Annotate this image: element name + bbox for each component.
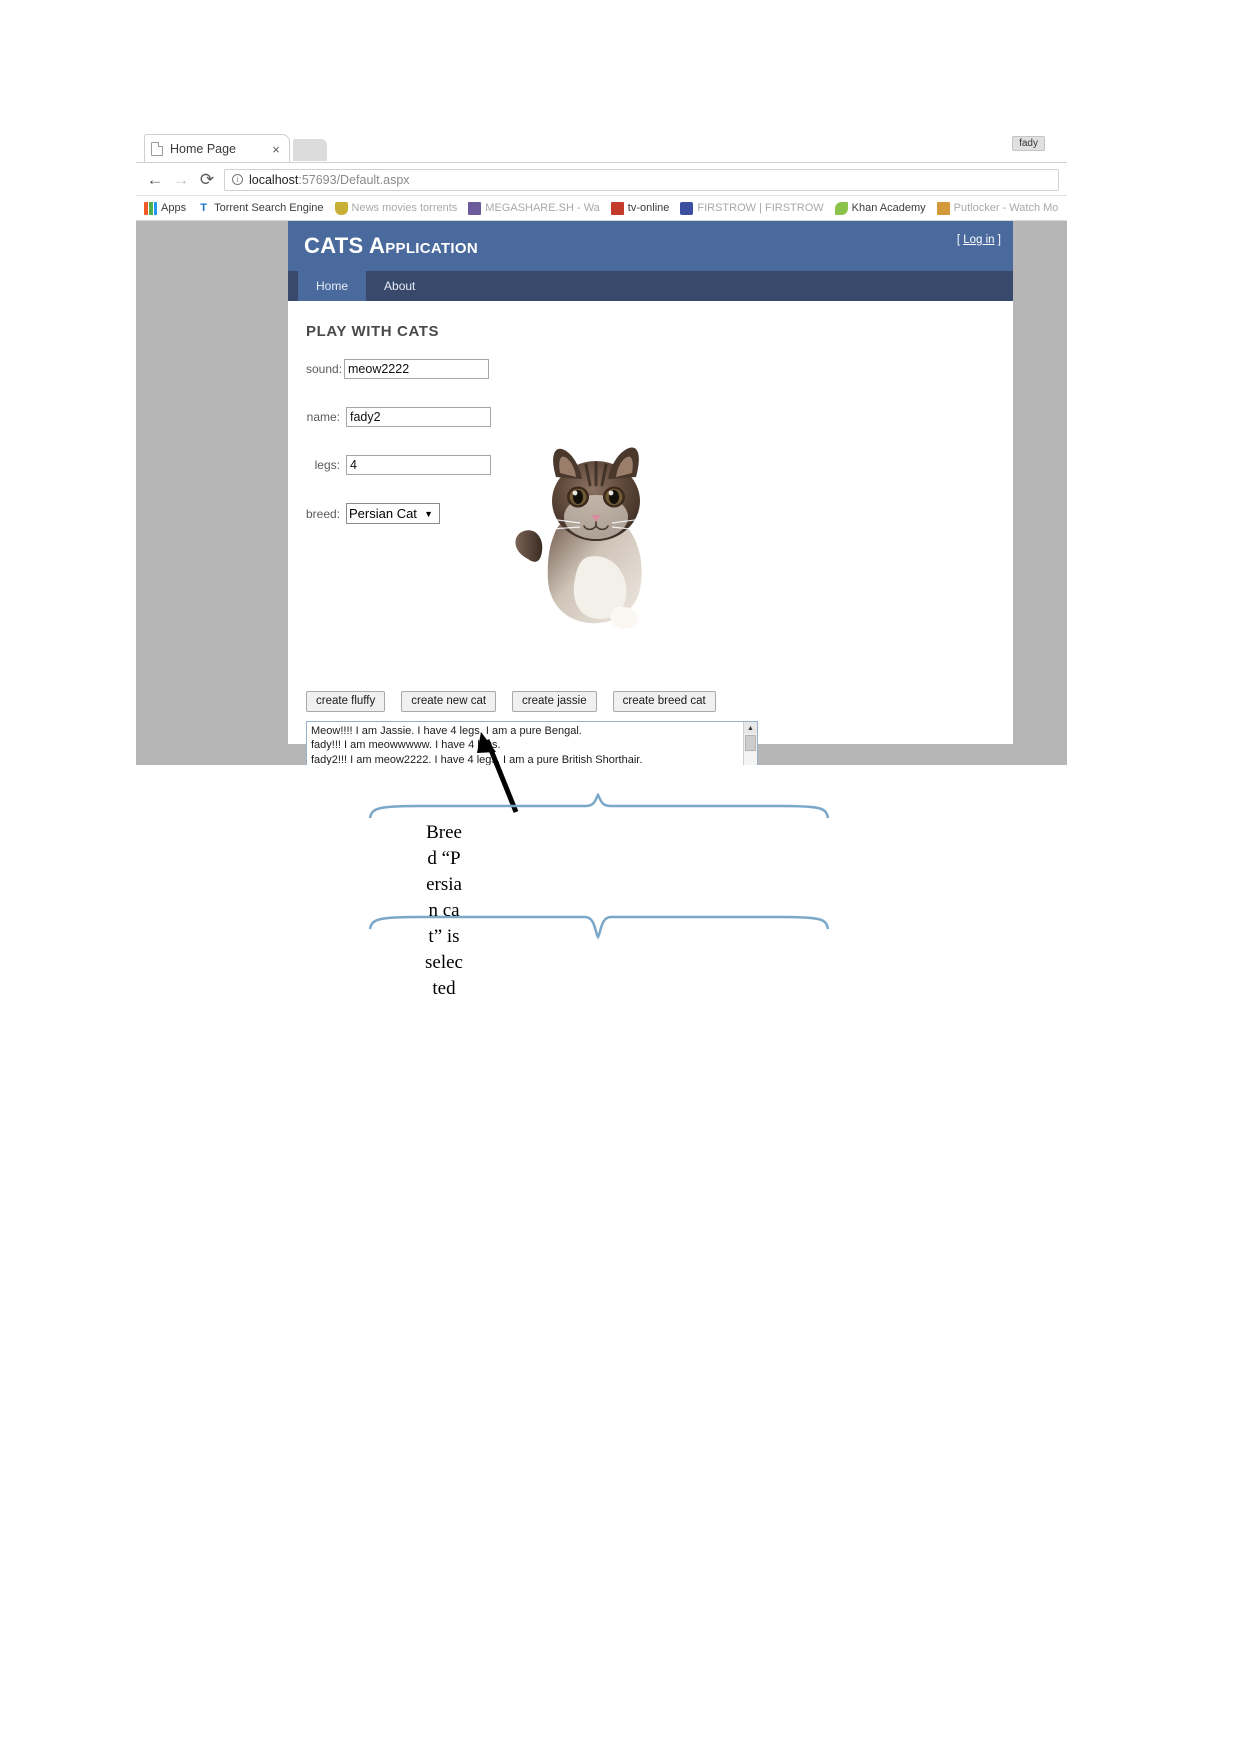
create-breed-cat-button[interactable]: create breed cat bbox=[612, 691, 716, 712]
address-bar[interactable]: i localhost :57693/Default.aspx bbox=[224, 168, 1059, 191]
legs-input[interactable] bbox=[346, 455, 491, 475]
nav-item-home[interactable]: Home bbox=[298, 271, 367, 301]
khan-icon bbox=[834, 201, 848, 215]
create-new-cat-button[interactable]: create new cat bbox=[401, 691, 497, 712]
login-link[interactable]: Log in bbox=[963, 234, 994, 246]
app-body: PLAY WITH CATS sound: name: legs: bbox=[288, 301, 1013, 765]
bookmark-label: tv-online bbox=[627, 202, 670, 214]
login-area: [ Log in ] bbox=[957, 234, 1001, 246]
apps-grid-icon bbox=[144, 201, 157, 215]
profile-badge[interactable]: fady bbox=[1012, 136, 1045, 151]
bookmark-khan-academy[interactable]: Khan Academy bbox=[834, 201, 926, 215]
app-navigation: Home About bbox=[288, 271, 1013, 301]
create-fluffy-button[interactable]: create fluffy bbox=[306, 691, 386, 712]
tv-icon bbox=[610, 201, 624, 215]
breed-select-wrapper[interactable]: Persian Cat ▼ bbox=[346, 503, 440, 524]
breed-select[interactable]: Persian Cat bbox=[346, 503, 440, 524]
nav-item-about[interactable]: About bbox=[366, 271, 433, 301]
reload-button[interactable]: ⟳ bbox=[194, 167, 220, 193]
bookmark-tv-online[interactable]: tv-online bbox=[610, 201, 670, 215]
bookmark-label: Khan Academy bbox=[851, 202, 926, 214]
scroll-up-icon[interactable]: ▲ bbox=[743, 722, 757, 734]
scrollbar-thumb[interactable] bbox=[745, 735, 756, 751]
field-row-name: name: bbox=[306, 407, 491, 427]
cat-form: sound: name: legs: breed: bbox=[306, 359, 491, 552]
name-label: name: bbox=[306, 410, 340, 424]
legs-label: legs: bbox=[314, 458, 340, 472]
browser-tab-home-page[interactable]: Home Page × bbox=[144, 134, 290, 163]
page-icon bbox=[151, 142, 163, 156]
close-icon[interactable]: × bbox=[269, 142, 283, 157]
bookmark-label: MEGASHARE.SH - Wa bbox=[485, 202, 600, 214]
breed-label: breed: bbox=[306, 506, 341, 521]
action-buttons: create fluffy create new cat create jass… bbox=[306, 691, 716, 712]
app-header: CATS Application [ Log in ] bbox=[288, 221, 1013, 271]
bookmark-label: FIRSTROW | FIRSTROW bbox=[697, 202, 824, 214]
output-log[interactable]: Meow!!!! I am Jassie. I have 4 legs. I a… bbox=[306, 721, 758, 765]
bookmark-label: Putlocker - Watch Mo bbox=[953, 202, 1059, 214]
back-button[interactable]: ← bbox=[142, 167, 168, 193]
tz-icon: T bbox=[197, 201, 211, 215]
scrollbar-track[interactable] bbox=[743, 752, 757, 765]
sound-label: sound: bbox=[306, 362, 343, 376]
annotation-brace-top bbox=[368, 792, 830, 819]
page-viewport: CATS Application [ Log in ] Home About P… bbox=[136, 221, 1067, 765]
bookmark-news-movies-torrents[interactable]: News movies torrents bbox=[334, 201, 458, 215]
field-row-legs: legs: bbox=[306, 455, 491, 475]
url-path: :57693/Default.aspx bbox=[298, 172, 410, 187]
cats-application: CATS Application [ Log in ] Home About P… bbox=[288, 221, 1013, 765]
bookmarks-bar: Apps T Torrent Search Engine News movies… bbox=[136, 196, 1067, 221]
browser-toolbar: ← → ⟳ i localhost :57693/Default.aspx bbox=[136, 163, 1067, 196]
bookmark-label: News movies torrents bbox=[351, 202, 458, 214]
log-text: Meow!!!! I am Jassie. I have 4 legs. I a… bbox=[307, 722, 743, 765]
field-row-sound: sound: bbox=[306, 359, 491, 379]
bookmark-apps[interactable]: Apps bbox=[144, 201, 187, 215]
bookmark-torrent-search-engine[interactable]: T Torrent Search Engine bbox=[197, 201, 324, 215]
bookmark-firstrow[interactable]: FIRSTROW | FIRSTROW bbox=[680, 201, 824, 215]
tab-title: Home Page bbox=[170, 142, 237, 156]
firstrow-icon bbox=[680, 201, 694, 215]
name-input[interactable] bbox=[346, 407, 491, 427]
annotation-text: Breed “Persian cat” is selected bbox=[425, 822, 463, 999]
info-icon[interactable]: i bbox=[232, 174, 243, 185]
shield-icon bbox=[334, 201, 348, 215]
sound-input[interactable] bbox=[344, 359, 489, 379]
bookmark-label: Apps bbox=[161, 202, 187, 214]
page-title: CATS Application bbox=[304, 233, 478, 258]
url-host: localhost bbox=[249, 172, 299, 187]
bracket-close: ] bbox=[997, 234, 1001, 246]
log-scrollbar[interactable]: ▲ ▼ bbox=[743, 722, 757, 765]
tab-strip: Home Page × fady bbox=[136, 130, 1067, 163]
log-line: Meow!!!! I am Jassie. I have 4 legs. I a… bbox=[311, 725, 582, 737]
new-tab-button[interactable] bbox=[293, 139, 327, 161]
bracket-open: [ bbox=[956, 234, 961, 246]
bookmark-megashare[interactable]: MEGASHARE.SH - Wa bbox=[468, 201, 600, 215]
kitten-photo bbox=[515, 447, 643, 629]
log-line: fady2!!! I am meow2222. I have 4 legs. I… bbox=[311, 753, 643, 765]
section-heading: PLAY WITH CATS bbox=[306, 323, 440, 340]
putlocker-icon bbox=[936, 201, 950, 215]
forward-button[interactable]: → bbox=[168, 167, 194, 193]
bookmark-putlocker[interactable]: Putlocker - Watch Mo bbox=[936, 201, 1059, 215]
create-jassie-button[interactable]: create jassie bbox=[512, 691, 597, 712]
screenshot-page: Home Page × fady ← → ⟳ i localhost :5769… bbox=[0, 0, 1241, 1754]
browser-window: Home Page × fady ← → ⟳ i localhost :5769… bbox=[136, 130, 1067, 765]
mega-icon bbox=[468, 201, 482, 215]
log-line: fady!!! I am meowwwww. I have 4 legs. bbox=[311, 739, 501, 752]
field-row-breed: breed: Persian Cat ▼ bbox=[306, 503, 491, 524]
bookmark-label: Torrent Search Engine bbox=[214, 202, 324, 214]
